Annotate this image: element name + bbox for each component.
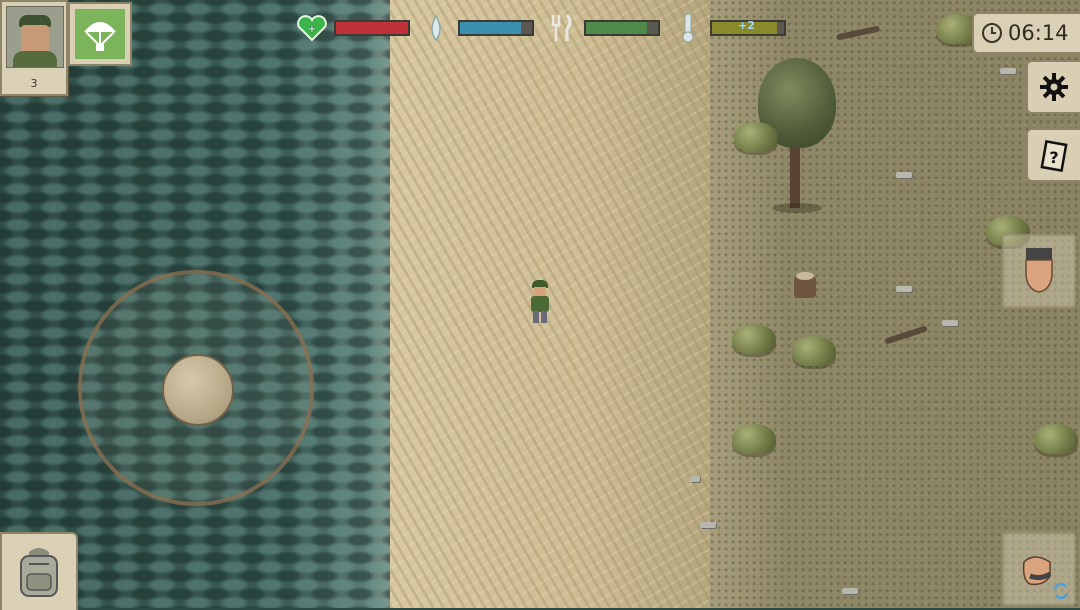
heart-plus-icon: + (296, 12, 328, 44)
clock-icon (982, 23, 1002, 43)
bush[interactable] (792, 336, 836, 366)
svg-text:+: + (308, 24, 316, 35)
bush[interactable] (732, 424, 776, 454)
temperature-stat: +2 (672, 10, 786, 46)
water-drop-icon (420, 12, 452, 44)
stone[interactable] (896, 286, 912, 292)
bush[interactable] (732, 324, 776, 354)
avatar (6, 6, 64, 68)
stone[interactable] (1000, 68, 1016, 74)
backpack-icon (20, 548, 58, 597)
joystick-thumb[interactable] (162, 354, 234, 426)
game-clock: 06:14 (972, 12, 1080, 54)
fork-knife-icon (546, 12, 578, 44)
temperature-change-label: +2 (738, 19, 755, 32)
water-stat (420, 10, 534, 46)
health-bar-fill (336, 22, 408, 34)
clock-time: 06:14 (1008, 21, 1069, 45)
tree-stump[interactable] (788, 268, 824, 302)
swap-icon (1053, 582, 1069, 600)
food-stat (546, 10, 660, 46)
parachute-icon (84, 22, 116, 51)
health-stat: + (296, 10, 410, 46)
temperature-bar: +2 (710, 19, 786, 36)
stone[interactable] (842, 588, 858, 594)
virtual-joystick[interactable] (78, 270, 314, 506)
food-bar-fill (586, 22, 648, 34)
interact-hand-button[interactable] (1002, 234, 1076, 308)
water-bar-fill (460, 22, 522, 34)
stone[interactable] (700, 522, 716, 528)
water-bar (458, 20, 534, 36)
player-level: 3 (30, 77, 38, 90)
hand-icon (1025, 248, 1053, 293)
stone[interactable] (690, 476, 700, 482)
notepad-icon: ? (1040, 140, 1068, 172)
player-character (528, 280, 552, 326)
gear-icon (1040, 73, 1068, 101)
stone[interactable] (942, 320, 958, 326)
settings-button[interactable] (1026, 60, 1080, 114)
stone[interactable] (896, 172, 912, 178)
sand-terrain (390, 0, 720, 608)
inventory-backpack-button[interactable] (0, 532, 78, 610)
health-bar (334, 20, 410, 36)
thermometer-icon (672, 12, 704, 44)
svg-text:?: ? (1049, 148, 1058, 167)
bush[interactable] (734, 122, 778, 152)
quests-button[interactable]: ? (1026, 128, 1080, 182)
food-bar (584, 20, 660, 36)
airdrop-button[interactable] (68, 2, 132, 66)
bush[interactable] (1034, 424, 1078, 454)
character-portrait-panel[interactable]: 3 (0, 0, 68, 96)
weapon-slot-button[interactable] (1002, 532, 1076, 606)
